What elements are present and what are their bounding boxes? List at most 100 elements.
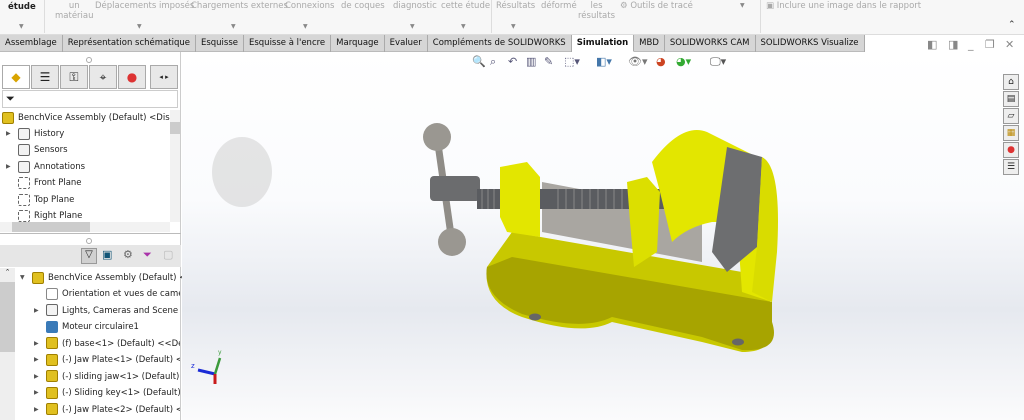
tree-item-top-plane[interactable]: Top Plane <box>18 192 74 208</box>
handle-ball <box>423 123 451 151</box>
sim-tree-item[interactable]: (-) sliding jaw<1> (Default) < <box>46 369 180 385</box>
expand-arrow-icon[interactable]: ▶ <box>34 373 39 380</box>
home-icon: ⌂ <box>1008 77 1014 87</box>
tree-item-history[interactable]: History <box>18 126 64 142</box>
scroll-thumb[interactable] <box>0 282 15 352</box>
tree-root[interactable]: BenchVice Assembly (Default) <Displa <box>2 110 170 126</box>
property-manager-tab[interactable]: ☰ <box>31 65 59 89</box>
tab-cam[interactable]: SOLIDWORKS CAM <box>665 35 756 52</box>
vertical-scrollbar[interactable] <box>170 110 180 222</box>
vertical-scrollbar[interactable]: ⌃ <box>0 268 15 420</box>
scroll-up-icon[interactable]: ⌃ <box>0 268 15 276</box>
close-icon[interactable]: ✕ <box>1005 38 1014 51</box>
external-loads-button[interactable]: Chargements externes <box>191 1 288 11</box>
taskpane-appearances[interactable]: ● <box>1003 142 1019 158</box>
expand-arrow-icon[interactable]: ▶ <box>34 340 39 347</box>
camera-filter-icon[interactable]: ▣ <box>102 248 112 261</box>
tab-complements[interactable]: Compléments de SOLIDWORKS <box>428 35 572 52</box>
chevron-down-icon[interactable]: ▼ <box>740 2 745 9</box>
diagnostic-tools-button[interactable]: diagnostic <box>393 1 437 11</box>
sim-tree-item[interactable]: (-) Jaw Plate<2> (Default) << <box>46 402 180 418</box>
horizontal-scrollbar[interactable] <box>0 222 170 232</box>
tile-right-icon[interactable]: ◨ <box>948 38 958 51</box>
expand-arrow-icon[interactable]: ▶ <box>6 130 11 137</box>
tile-left-icon[interactable]: ◧ <box>927 38 937 51</box>
run-study-button[interactable]: cette étude <box>441 1 490 11</box>
sim-tree-item[interactable]: Orientation et vues de camér <box>46 286 180 302</box>
taskpane-file-explorer[interactable]: ▱ <box>1003 108 1019 124</box>
tree-item-front-plane[interactable]: Front Plane <box>18 175 82 191</box>
dimxpert-tab[interactable]: ⌖ <box>89 65 117 89</box>
expand-arrow-icon[interactable]: ▶ <box>34 389 39 396</box>
tab-simulation[interactable]: Simulation <box>571 35 635 52</box>
tab-esquisse[interactable]: Esquisse <box>196 35 244 52</box>
filter-button[interactable]: ⏷ <box>2 90 178 108</box>
taskpane-home[interactable]: ⌂ <box>1003 74 1019 90</box>
plot-tools-button[interactable]: ⚙ Outils de tracé <box>620 1 693 11</box>
chevron-up-icon[interactable]: ⌃ <box>1008 20 1016 30</box>
label: History <box>34 129 65 139</box>
chevron-down-icon[interactable]: ▼ <box>410 23 415 30</box>
taskpane-design-library[interactable]: ▤ <box>1003 91 1019 107</box>
vice-model[interactable]: z y <box>182 52 1024 420</box>
label: Lights, Cameras and Scene <box>62 305 179 316</box>
tab-scroll-arrows[interactable]: ◂ ▸ <box>150 65 178 89</box>
include-image-button[interactable]: ▣ Inclure une image dans le rapport <box>766 1 921 11</box>
chevron-down-icon[interactable]: ▼ <box>303 23 308 30</box>
tab-representation[interactable]: Représentation schématique <box>63 35 196 52</box>
scroll-thumb[interactable] <box>170 122 180 134</box>
expand-arrow-icon[interactable]: ▶ <box>6 163 11 170</box>
sim-tree-item[interactable]: (f) base<1> (Default) <<Defa <box>46 336 180 352</box>
chevron-down-icon[interactable]: ▼ <box>511 23 516 30</box>
compare-results-button[interactable]: les résultats <box>578 1 615 21</box>
expand-arrow-icon[interactable]: ▶ <box>34 356 39 363</box>
results-advisor-button[interactable]: Résultats <box>496 1 535 11</box>
label: Inclure une image dans le rapport <box>776 1 922 11</box>
image-icon: ▣ <box>766 1 777 11</box>
chevron-down-icon[interactable]: ▼ <box>19 23 24 30</box>
tab-assemblage[interactable]: Assemblage <box>0 35 63 52</box>
chevron-down-icon[interactable]: ▼ <box>231 23 236 30</box>
filter-icon[interactable]: ▽ <box>81 248 97 264</box>
plane-icon <box>18 176 30 189</box>
sim-tree-item[interactable]: (-) Sliding key<1> (Default) < <box>46 385 180 401</box>
configuration-manager-tab[interactable]: ⚿ <box>60 65 88 89</box>
label: Orientation et vues de camér <box>62 289 180 299</box>
graphics-viewport[interactable]: 🔍 ⌕ ↶ ▥ ✎ ⬚▾ ◧▾ 👁▾ ◕ ◕▾ 🖵▾ z y ⌂ ▤ ▱ ▦ ●… <box>182 52 1024 420</box>
restore-icon[interactable]: ❐ <box>985 38 995 51</box>
sim-tree-item[interactable]: Lights, Cameras and Scene <box>46 303 180 319</box>
collapse-arrow-icon[interactable]: ▼ <box>20 274 25 281</box>
apply-material-button[interactable]: un matériau <box>55 1 94 21</box>
shell-manager-button[interactable]: de coques <box>341 1 385 11</box>
axis-label-y: y <box>218 349 222 356</box>
chevron-down-icon[interactable]: ▼ <box>461 23 466 30</box>
sim-tree-root[interactable]: BenchVice Assembly (Default) <D <box>32 270 193 286</box>
taskpane-custom-properties[interactable]: ☰ <box>1003 159 1019 175</box>
study-button[interactable]: étude <box>8 2 36 12</box>
sim-tree-item[interactable]: Moteur circulaire1 <box>46 319 180 335</box>
tree-item-annotations[interactable]: Annotations <box>18 159 85 175</box>
tab-evaluer[interactable]: Evaluer <box>385 35 428 52</box>
library-icon: ▤ <box>1006 94 1016 104</box>
connections-button[interactable]: Connexions <box>285 1 334 11</box>
expand-arrow-icon[interactable]: ▶ <box>34 406 39 413</box>
tab-mbd[interactable]: MBD <box>634 35 665 52</box>
scroll-thumb[interactable] <box>12 222 90 232</box>
chevron-down-icon[interactable]: ▼ <box>137 23 142 30</box>
deformed-result-button[interactable]: déformé <box>541 1 577 11</box>
feature-manager-tab[interactable]: ◆ <box>2 65 30 89</box>
display-manager-tab[interactable]: ● <box>118 65 146 89</box>
taskpane-view-palette[interactable]: ▦ <box>1003 125 1019 141</box>
sim-tree-item[interactable]: (-) Jaw Plate<1> (Default) << <box>46 352 180 368</box>
tab-visualize[interactable]: SOLIDWORKS Visualize <box>756 35 865 52</box>
panel-split-handle[interactable] <box>86 57 92 63</box>
expand-arrow-icon[interactable]: ▶ <box>34 307 39 314</box>
funnel-icon[interactable]: ⏷ <box>143 248 152 262</box>
gear-filter-icon[interactable]: ⚙ <box>123 248 133 261</box>
panel-split-handle[interactable] <box>86 238 92 244</box>
fixtures-button[interactable]: Déplacements imposés <box>95 1 194 11</box>
tab-marquage[interactable]: Marquage <box>331 35 385 52</box>
tab-esquisse-encre[interactable]: Esquisse à l'encre <box>244 35 332 52</box>
minimize-icon[interactable]: _ <box>968 38 974 51</box>
tree-item-sensors[interactable]: Sensors <box>18 142 68 158</box>
